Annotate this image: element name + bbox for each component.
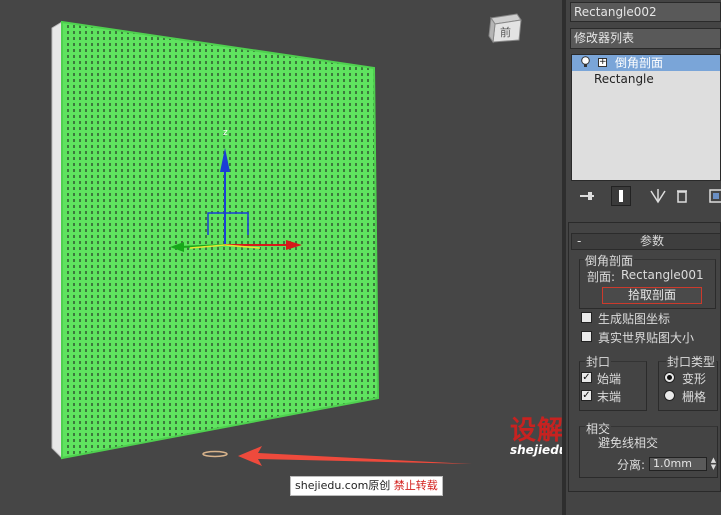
modifier-list-text: 修改器列表 bbox=[574, 31, 635, 45]
avoid-intersect-label: 避免线相交 bbox=[598, 436, 659, 450]
cap-morph-label: 变形 bbox=[682, 372, 707, 386]
show-end-result-icon[interactable] bbox=[611, 186, 631, 206]
modifier-list-dropdown[interactable]: 修改器列表 bbox=[570, 28, 721, 49]
real-world-map-size-checkbox[interactable] bbox=[581, 331, 592, 342]
pick-profile-button[interactable]: 拾取剖面 bbox=[602, 287, 702, 304]
object-name-field[interactable]: Rectangle002 bbox=[570, 2, 721, 22]
make-unique-icon[interactable] bbox=[648, 186, 668, 206]
gen-map-coords-checkbox[interactable] bbox=[581, 312, 592, 323]
viewcube-face-label: 前 bbox=[500, 26, 511, 39]
cap-morph-radio[interactable] bbox=[664, 372, 675, 383]
separation-spinner-input[interactable]: 1.0mm bbox=[649, 457, 707, 471]
profile-label: 剖面: bbox=[587, 270, 616, 284]
expand-plus-icon[interactable]: + bbox=[598, 58, 607, 67]
cap-start-checkbox[interactable]: ✓ bbox=[581, 372, 592, 383]
modifier-stack-toolbar bbox=[571, 183, 721, 209]
modifier-stack[interactable]: + 倒角剖面 Rectangle bbox=[571, 54, 721, 181]
footer-original: 原创 bbox=[368, 479, 391, 492]
remove-modifier-icon[interactable] bbox=[672, 186, 692, 206]
credit-footer: shejiedu.com原创 禁止转载 bbox=[290, 476, 443, 496]
cap-grid-label: 栅格 bbox=[682, 390, 707, 404]
footer-site: shejiedu.com bbox=[295, 479, 369, 492]
real-world-map-size-label: 真实世界贴图大小 bbox=[598, 331, 695, 345]
rollout-title: 参数 bbox=[640, 234, 665, 248]
stack-item-bevel-profile[interactable]: + 倒角剖面 bbox=[572, 55, 720, 71]
parameters-rollout-header[interactable]: - 参数 bbox=[571, 233, 721, 250]
cap-end-checkbox[interactable]: ✓ bbox=[581, 390, 592, 401]
stack-item-label: Rectangle bbox=[594, 72, 654, 86]
cap-end-label: 末端 bbox=[597, 390, 622, 404]
separation-spinner-arrows[interactable]: ▲ ▼ bbox=[708, 457, 719, 471]
perspective-viewport[interactable]: 前 z 设解读 shejiedu.com bbox=[0, 0, 562, 515]
cap-grid-radio[interactable] bbox=[664, 390, 675, 401]
collapse-toggle[interactable]: - bbox=[577, 234, 581, 249]
object-name-text: Rectangle002 bbox=[574, 5, 657, 19]
separation-label: 分离: bbox=[617, 458, 646, 472]
viewcube[interactable]: 前 bbox=[487, 10, 523, 44]
annotation-arrow bbox=[202, 446, 472, 466]
stack-item-label: 倒角剖面 bbox=[615, 56, 664, 70]
lightbulb-icon[interactable] bbox=[581, 56, 590, 68]
stack-item-rectangle[interactable]: Rectangle bbox=[572, 71, 720, 87]
gizmo-z-label: z bbox=[223, 128, 228, 138]
watermark-logo-text: 设解读 bbox=[510, 416, 562, 446]
cap-type-group-title: 封口类型 bbox=[666, 353, 717, 370]
site-watermark: 设解读 shejiedu.com bbox=[510, 410, 562, 460]
profile-value: Rectangle001 bbox=[621, 268, 704, 282]
gen-map-coords-label: 生成贴图坐标 bbox=[598, 312, 671, 326]
cap-group-title: 封口 bbox=[585, 353, 612, 370]
footer-no-repost: 禁止转载 bbox=[393, 479, 438, 492]
configure-sets-icon[interactable] bbox=[708, 186, 721, 206]
cap-start-label: 始端 bbox=[597, 372, 622, 386]
transform-gizmo[interactable] bbox=[160, 120, 310, 260]
pin-stack-icon[interactable] bbox=[577, 186, 597, 206]
bevel-profile-group-title: 倒角剖面 bbox=[584, 252, 635, 269]
